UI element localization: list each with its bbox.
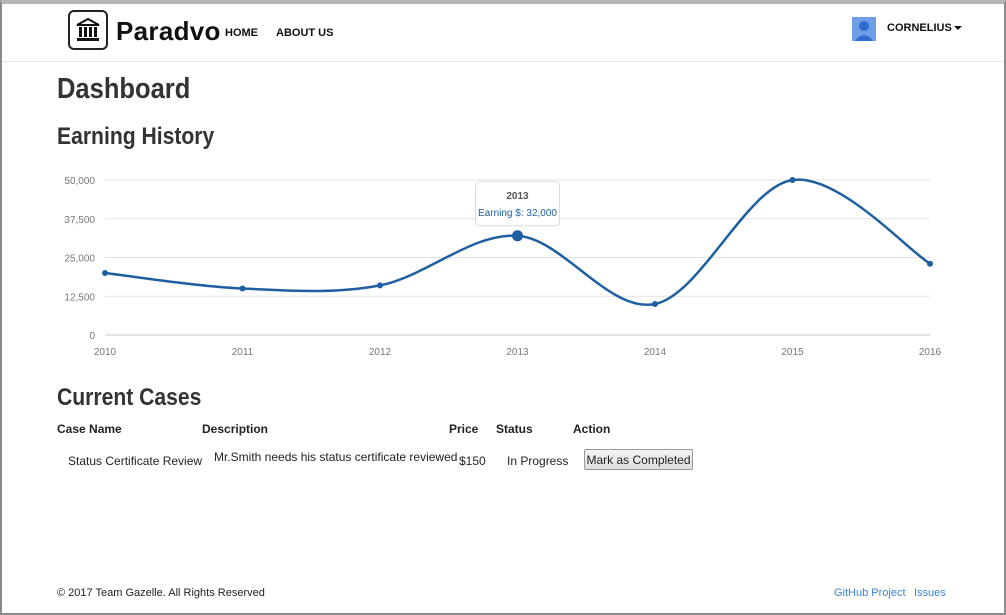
column-header-status: Status — [496, 422, 533, 436]
user-name: CORNELIUS — [887, 22, 952, 34]
case-status-cell: In Progress — [507, 454, 569, 468]
y-tick-label: 12,500 — [64, 292, 95, 303]
case-description-cell: Mr.Smith needs his status certificate re… — [214, 450, 458, 464]
current-cases-heading: Current Cases — [57, 384, 202, 411]
x-tick-label: 2016 — [919, 347, 942, 358]
y-tick-label: 25,000 — [64, 254, 95, 265]
tooltip-title: 2013 — [506, 191, 529, 202]
data-point — [789, 177, 796, 183]
tooltip-label: Earning $: 32,000 — [478, 208, 557, 219]
chevron-down-icon — [953, 26, 962, 31]
case-price-cell: $150 — [459, 454, 486, 468]
y-tick-label: 37,500 — [64, 215, 95, 226]
brand-name[interactable]: Paradvo — [116, 16, 221, 47]
x-tick-label: 2010 — [94, 347, 117, 358]
tooltip-box — [475, 181, 560, 227]
column-header-price: Price — [449, 422, 479, 436]
x-tick-label: 2015 — [781, 347, 804, 358]
github-project-link[interactable]: GitHub Project — [834, 587, 906, 599]
nav-home-link[interactable]: HOME — [225, 27, 258, 39]
y-tick-label: 50,000 — [64, 176, 95, 187]
earning-history-chart: 0 12,500 25,000 37,500 50,000 2010 2011 2012 201… — [64, 176, 942, 358]
user-menu[interactable]: CORNELIUS — [887, 22, 962, 34]
bank-icon[interactable] — [68, 10, 108, 50]
x-tick-label: 2013 — [506, 347, 529, 358]
data-point — [512, 230, 523, 242]
data-point — [927, 260, 933, 267]
avatar[interactable] — [852, 17, 876, 41]
footer-copyright: © 2017 Team Gazelle. All Rights Reserved — [57, 587, 265, 599]
x-tick-label: 2014 — [644, 347, 667, 358]
earning-history-heading: Earning History — [57, 123, 215, 150]
nav-about-link[interactable]: ABOUT US — [276, 27, 333, 39]
data-point — [652, 301, 658, 307]
x-tick-label: 2011 — [232, 347, 254, 358]
data-point — [239, 285, 246, 292]
x-tick-label: 2012 — [369, 347, 392, 358]
page-title: Dashboard — [57, 73, 191, 105]
y-tick-label: 0 — [89, 331, 95, 342]
data-point — [102, 270, 108, 276]
column-header-description: Description — [202, 422, 269, 436]
mark-as-completed-button[interactable]: Mark as Completed — [584, 449, 693, 470]
issues-link[interactable]: Issues — [914, 587, 946, 599]
case-name-cell: Status Certificate Review — [68, 454, 203, 468]
navbar: Paradvo HOME ABOUT US CORNELIUS — [2, 4, 1004, 62]
column-header-action: Action — [573, 422, 611, 436]
data-point — [377, 282, 383, 289]
column-header-case-name: Case Name — [57, 422, 122, 436]
